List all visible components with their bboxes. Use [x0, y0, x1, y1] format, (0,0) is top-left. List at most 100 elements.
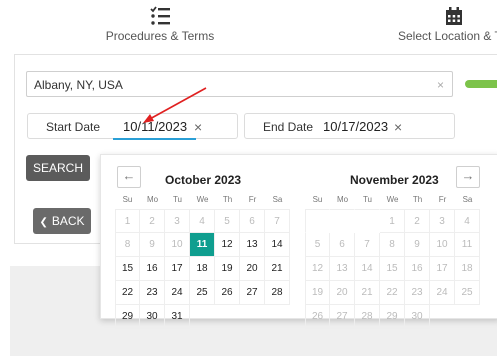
- search-button[interactable]: SEARCH: [26, 155, 90, 181]
- day-cell: 3: [430, 209, 455, 233]
- day-cell: 14: [355, 257, 380, 281]
- weekday-label: Fr: [248, 195, 257, 204]
- day-cell: 3: [165, 209, 190, 233]
- start-date-clear-icon[interactable]: ×: [194, 119, 202, 135]
- day-cell[interactable]: 22: [115, 281, 140, 305]
- calendar-icon: [446, 7, 462, 25]
- empty-day-cell: [330, 209, 355, 233]
- day-cell[interactable]: 25: [190, 281, 215, 305]
- day-cell: 27: [330, 305, 355, 329]
- week-row: 15 16 17 18 19 20 21: [115, 257, 290, 281]
- prev-month-button[interactable]: ←: [117, 166, 141, 188]
- day-cells: 1 2 3 4 5 6 7 8 9 10 11 12 13 14 15 16 17 18 19 20 21 22 23 24 2…: [305, 209, 480, 329]
- end-date-field[interactable]: End Date 10/17/2023 ×: [244, 113, 455, 139]
- page: Procedures & Terms Select Location & Ti …: [0, 0, 497, 356]
- week-row: 5 6 7 8 9 10 11: [305, 233, 480, 257]
- start-date-label: Start Date: [46, 120, 101, 134]
- day-cell: 13: [330, 257, 355, 281]
- day-cells: 1 2 3 4 5 6 7 8 9 10 11 12 13 14 15 16 17 18 19 20 21 22 23 24 2…: [115, 209, 290, 329]
- day-cell[interactable]: 24: [165, 281, 190, 305]
- day-cell[interactable]: 15: [115, 257, 140, 281]
- start-date-focus-underline: [113, 138, 196, 140]
- weekday-header: Su Mo Tu We Th Fr Sa: [305, 193, 480, 209]
- weekday-label: Sa: [272, 195, 283, 204]
- weekday-label: Su: [312, 195, 323, 204]
- back-label: BACK: [51, 214, 85, 228]
- day-cell[interactable]: 20: [240, 257, 265, 281]
- week-row: 22 23 24 25 26 27 28: [115, 281, 290, 305]
- end-date-input[interactable]: 10/17/2023: [323, 119, 388, 134]
- month-title: November 2023: [350, 173, 439, 187]
- location-input[interactable]: Albany, NY, USA ×: [26, 71, 453, 97]
- day-cell[interactable]: 16: [140, 257, 165, 281]
- day-cell[interactable]: 27: [240, 281, 265, 305]
- day-cell: 10: [165, 233, 190, 257]
- day-cell[interactable]: 19: [215, 257, 240, 281]
- weekday-label: Th: [412, 195, 423, 204]
- date-picker: ← October 2023 November 2023 → Su Mo Tu We T…: [100, 154, 497, 329]
- day-cell[interactable]: 31: [165, 305, 190, 329]
- day-cell: 21: [355, 281, 380, 305]
- week-row: 26 27 28 29 30: [305, 305, 480, 329]
- day-cell[interactable]: 17: [165, 257, 190, 281]
- weekday-header: Su Mo Tu We Th Fr Sa: [115, 193, 290, 209]
- step-procedures[interactable]: Procedures & Terms: [105, 6, 215, 43]
- day-cell: 19: [305, 281, 330, 305]
- day-cell: 2: [140, 209, 165, 233]
- month-grid-november: Su Mo Tu We Th Fr Sa 1 2 3 4 5 6 7 8 9 10 11 12 13 14 15 16 17…: [305, 193, 480, 329]
- day-cell: 2: [405, 209, 430, 233]
- weekday-label: Sa: [462, 195, 473, 204]
- list-icon: [150, 6, 170, 25]
- day-cell[interactable]: 21: [265, 257, 290, 281]
- weekday-label: We: [196, 195, 209, 204]
- day-cell[interactable]: 29: [115, 305, 140, 329]
- step-label: Select Location & Ti: [398, 29, 497, 43]
- week-row: 19 20 21 22 23 24 25: [305, 281, 480, 305]
- weekday-label: Th: [222, 195, 233, 204]
- week-row: 8 9 10 11 12 13 14: [115, 233, 290, 257]
- day-cell: 8: [380, 233, 405, 257]
- end-date-clear-icon[interactable]: ×: [394, 119, 402, 135]
- day-cell: 10: [430, 233, 455, 257]
- location-value: Albany, NY, USA: [34, 78, 123, 92]
- day-cell[interactable]: 26: [215, 281, 240, 305]
- day-cell: 9: [405, 233, 430, 257]
- day-cell: 12: [305, 257, 330, 281]
- day-cell: 4: [190, 209, 215, 233]
- start-date-field[interactable]: Start Date 10/11/2023 ×: [27, 113, 238, 140]
- weekday-label: Mo: [336, 195, 349, 204]
- week-row: 29 30 31: [115, 305, 290, 329]
- empty-day-cell: [215, 305, 240, 329]
- day-cell[interactable]: 13: [240, 233, 265, 257]
- day-cell: 5: [305, 233, 330, 257]
- back-button[interactable]: ❮ BACK: [33, 208, 91, 234]
- day-cell: 18: [455, 257, 480, 281]
- day-cell: 6: [240, 209, 265, 233]
- day-cell[interactable]: 12: [215, 233, 240, 257]
- day-cell[interactable]: 23: [140, 281, 165, 305]
- month-grid-october: Su Mo Tu We Th Fr Sa 1 2 3 4 5 6 7 8 9 10 11 12 13 14 15 16 17…: [115, 193, 290, 329]
- location-clear-icon[interactable]: ×: [437, 78, 444, 92]
- back-chevron-icon: ❮: [39, 217, 48, 228]
- day-cell[interactable]: 18: [190, 257, 215, 281]
- weekday-label: Fr: [438, 195, 447, 204]
- weekday-label: We: [386, 195, 399, 204]
- end-date-label: End Date: [263, 120, 314, 134]
- day-cell: 22: [380, 281, 405, 305]
- step-location[interactable]: Select Location & Ti: [398, 6, 497, 43]
- day-cell[interactable]: 30: [140, 305, 165, 329]
- empty-day-cell: [430, 305, 455, 329]
- empty-day-cell: [305, 209, 330, 233]
- day-cell[interactable]: 28: [265, 281, 290, 305]
- day-cell: 11: [455, 233, 480, 257]
- weekday-label: Mo: [146, 195, 159, 204]
- next-month-button[interactable]: →: [456, 166, 480, 188]
- start-date-input[interactable]: 10/11/2023: [123, 119, 187, 134]
- day-cell: 16: [405, 257, 430, 281]
- empty-day-cell: [455, 305, 480, 329]
- day-cell: 7: [355, 233, 380, 257]
- selected-day-cell[interactable]: 11: [190, 233, 215, 257]
- empty-day-cell: [240, 305, 265, 329]
- day-cell: 17: [430, 257, 455, 281]
- day-cell[interactable]: 14: [265, 233, 290, 257]
